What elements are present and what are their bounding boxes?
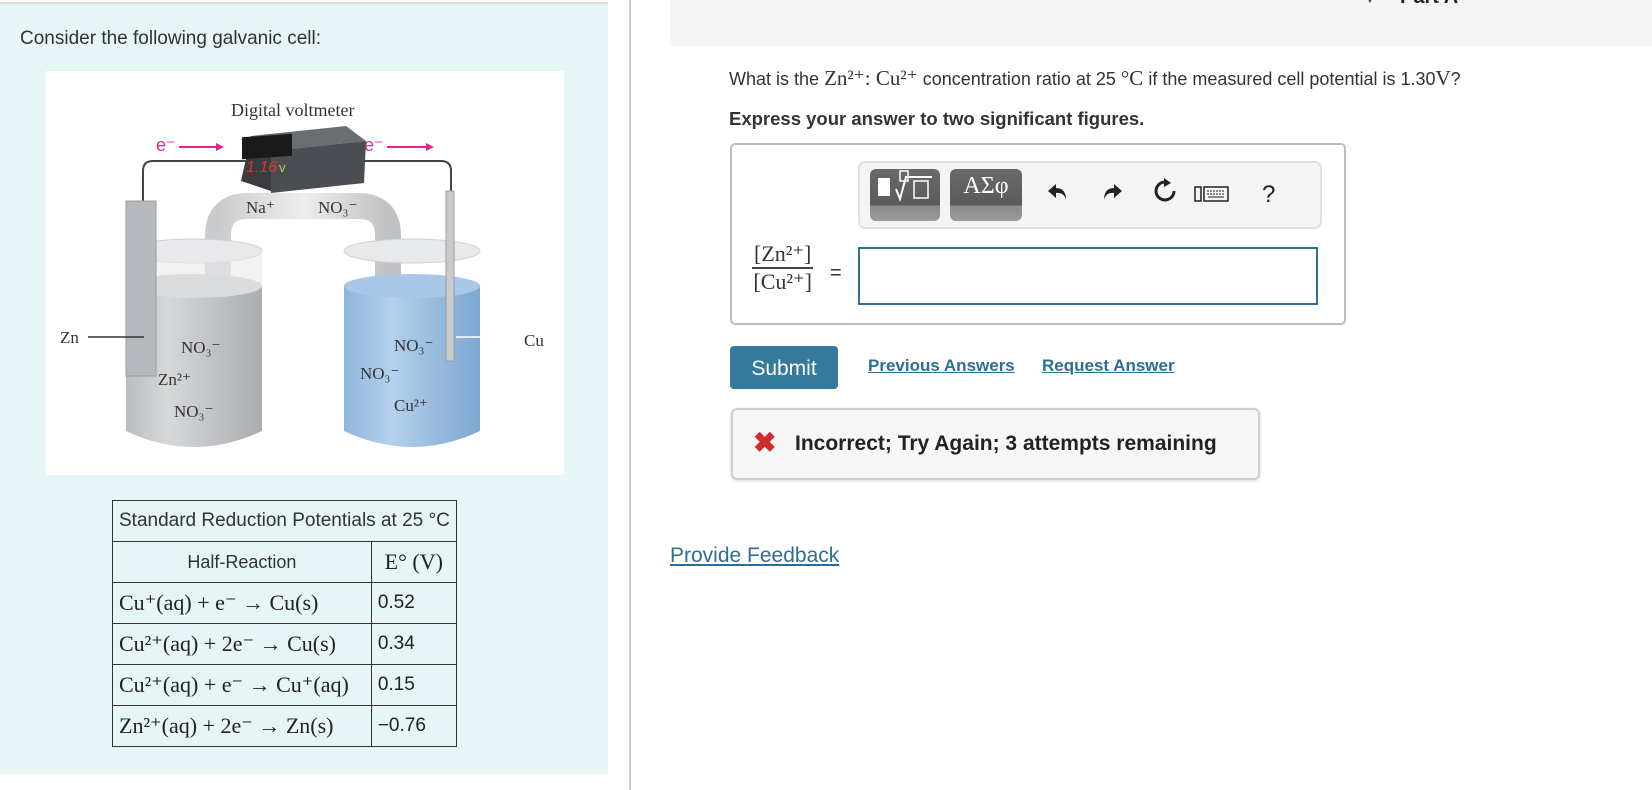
half-reaction: Cu⁺(aq) + e⁻ → Cu(s) xyxy=(112,582,372,624)
zinc-label: Zn xyxy=(60,328,79,347)
reset-icon[interactable] xyxy=(1152,175,1178,215)
question-text: What is the Zn²⁺: Cu²⁺ concentration rat… xyxy=(729,66,1461,91)
problem-panel: Consider the following galvanic cell: Di… xyxy=(0,2,608,774)
ion-label: NO₃⁻ xyxy=(394,336,433,355)
ratio-label: [Zn²⁺] [Cu²⁺] xyxy=(752,241,814,295)
electron-label-right: e⁻ xyxy=(364,135,384,155)
potential-value: 0.15 xyxy=(370,664,457,706)
column-header-potential: E° (V) xyxy=(370,541,457,583)
undo-icon[interactable] xyxy=(1046,175,1070,215)
half-reaction: Cu²⁺(aq) + e⁻ → Cu⁺(aq) xyxy=(112,664,372,706)
ion-label: NO₃⁻ xyxy=(360,364,399,383)
electron-label-left: e⁻ xyxy=(156,135,176,155)
reduction-potentials-table: Standard Reduction Potentials at 25 °C H… xyxy=(112,500,457,747)
ion-label: Cu²⁺ xyxy=(394,396,428,415)
ratio-denominator: [Cu²⁺] xyxy=(753,269,812,294)
math-toolbar: ΑΣφ ? xyxy=(858,161,1322,229)
ion-label: Zn²⁺ xyxy=(158,370,191,389)
potential-value: −0.76 xyxy=(370,705,457,747)
table-row: Cu²⁺(aq) + 2e⁻ → Cu(s) 0.34 xyxy=(112,623,457,665)
template-sqrt-icon[interactable] xyxy=(870,169,940,221)
half-reaction: Cu²⁺(aq) + 2e⁻ → Cu(s) xyxy=(112,623,372,665)
chevron-down-icon[interactable]: ▼ xyxy=(1364,0,1376,6)
answer-area: ΑΣφ ? [Zn²⁺] [Cu²⁺] = xyxy=(730,143,1346,325)
feedback-message: ✖ Incorrect; Try Again; 3 attempts remai… xyxy=(731,408,1260,480)
question-end: ? xyxy=(1450,69,1461,89)
question-temp-unit: °C xyxy=(1120,66,1144,90)
provide-feedback-link[interactable]: Provide Feedback xyxy=(670,544,839,568)
part-header[interactable]: ▼ Part A xyxy=(670,0,1652,46)
intro-text: Consider the following galvanic cell: xyxy=(20,28,321,49)
question-species: Zn²⁺: Cu²⁺ xyxy=(824,66,918,90)
previous-answers-link[interactable]: Previous Answers xyxy=(868,356,1015,376)
panel-divider xyxy=(629,0,631,790)
help-button[interactable]: ? xyxy=(1262,175,1275,215)
voltmeter-reading: 1.16 xyxy=(246,159,277,176)
redo-icon[interactable] xyxy=(1100,175,1124,215)
galvanic-cell-diagram: Digital voltmeter e⁻ e⁻ 1.16 v Na⁺ NO₃⁻ … xyxy=(60,100,544,447)
ion-label: NO₃⁻ xyxy=(174,402,213,421)
question-prefix: What is the xyxy=(729,69,820,89)
question-mid2: if the measured cell potential is 1.30 xyxy=(1148,69,1436,89)
question-mid: concentration ratio at 25 xyxy=(922,69,1116,89)
voltmeter: 1.16 v xyxy=(241,126,366,193)
galvanic-cell-figure: Digital voltmeter e⁻ e⁻ 1.16 v Na⁺ NO₃⁻ … xyxy=(46,71,564,475)
keyboard-icon[interactable] xyxy=(1194,175,1230,215)
greek-symbols-button[interactable]: ΑΣφ xyxy=(950,169,1022,221)
answer-instruction: Express your answer to two significant f… xyxy=(729,108,1145,129)
table-title: Standard Reduction Potentials at 25 °C xyxy=(112,500,457,542)
zinc-electrode xyxy=(125,200,157,377)
electron-arrowhead-left xyxy=(216,143,224,151)
column-header-reaction: Half-Reaction xyxy=(112,541,372,583)
incorrect-x-icon: ✖ xyxy=(753,427,777,458)
copper-label: Cu xyxy=(524,331,544,350)
ion-label: NO₃⁻ xyxy=(181,338,220,357)
voltmeter-title: Digital voltmeter xyxy=(231,100,354,120)
question-voltage-unit: V xyxy=(1435,66,1451,90)
answer-input[interactable] xyxy=(858,247,1318,305)
table-row: Cu²⁺(aq) + e⁻ → Cu⁺(aq) 0.15 xyxy=(112,664,457,706)
table-row: Cu⁺(aq) + e⁻ → Cu(s) 0.52 xyxy=(112,582,457,624)
salt-bridge-anion: NO₃⁻ xyxy=(318,198,357,217)
voltmeter-unit: v xyxy=(279,160,286,175)
equals-sign: = xyxy=(830,262,842,284)
submit-button[interactable]: Submit xyxy=(730,346,838,389)
electron-arrowhead-right xyxy=(426,143,434,151)
table-row: Zn²⁺(aq) + 2e⁻ → Zn(s) −0.76 xyxy=(112,705,457,747)
request-answer-link[interactable]: Request Answer xyxy=(1042,356,1175,376)
potential-value: 0.52 xyxy=(370,582,457,624)
feedback-text: Incorrect; Try Again; 3 attempts remaini… xyxy=(795,432,1217,455)
potential-value: 0.34 xyxy=(370,623,457,665)
half-reaction: Zn²⁺(aq) + 2e⁻ → Zn(s) xyxy=(112,705,372,747)
copper-electrode xyxy=(445,190,455,362)
part-title: Part A xyxy=(1400,0,1458,9)
salt-bridge-cation: Na⁺ xyxy=(246,198,275,217)
ratio-numerator: [Zn²⁺] xyxy=(752,241,814,269)
